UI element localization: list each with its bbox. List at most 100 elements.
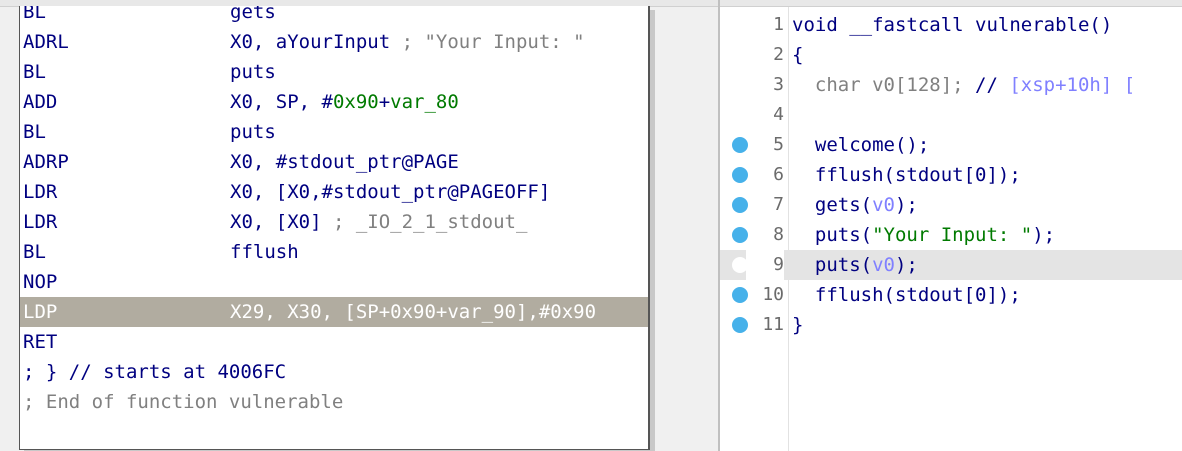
asm-mnemonic: BL bbox=[23, 6, 46, 23]
code-token: fflush(stdout[0]); bbox=[792, 164, 1021, 186]
asm-line[interactable]: BL fflush bbox=[20, 237, 648, 267]
line-number: 8 bbox=[773, 224, 784, 245]
breakpoint-dot-icon[interactable] bbox=[732, 137, 748, 153]
line-number: 4 bbox=[773, 104, 784, 125]
asm-mnemonic: LDR bbox=[23, 211, 58, 233]
breakpoint-dot-icon[interactable] bbox=[732, 227, 748, 243]
pseudocode-text: gets(v0); bbox=[792, 190, 918, 220]
pseudocode-text: { bbox=[792, 40, 803, 70]
asm-line[interactable]: ADRP X0, #stdout_ptr@PAGE bbox=[20, 147, 648, 177]
pseudocode-line[interactable]: 9 puts(v0); bbox=[720, 250, 1182, 280]
asm-operands: X0, aYourInput ; "Your Input: " bbox=[230, 27, 585, 57]
asm-line[interactable]: LDP X29, X30, [SP+0x90+var_90],#0x90 bbox=[20, 297, 648, 327]
asm-operands: gets bbox=[230, 6, 276, 27]
pseudocode-line[interactable]: 6 fflush(stdout[0]); bbox=[720, 160, 1182, 190]
asm-line[interactable]: RET bbox=[20, 327, 648, 357]
pseudocode-text: fflush(stdout[0]); bbox=[792, 280, 1021, 310]
asm-line[interactable]: LDR X0, [X0,#stdout_ptr@PAGEOFF] bbox=[20, 177, 648, 207]
pseudocode-line[interactable]: 4 bbox=[720, 100, 1182, 130]
code-token: } bbox=[792, 314, 804, 336]
code-token: puts( bbox=[792, 224, 873, 246]
asm-line[interactable]: ADD X0, SP, #0x90+var_80 bbox=[20, 87, 648, 117]
code-token: puts( bbox=[792, 254, 873, 276]
asm-mnemonic: ADRL bbox=[23, 31, 69, 53]
asm-operand-token: ; _IO_2_1_stdout_ bbox=[321, 211, 528, 233]
asm-operands: X0, SP, #0x90+var_80 bbox=[230, 87, 459, 117]
pseudocode-line[interactable]: 8 puts("Your Input: "); bbox=[720, 220, 1182, 250]
breakpoint-dot-icon[interactable] bbox=[732, 287, 748, 303]
pseudocode-pane[interactable]: 1 void __fastcall vulnerable() 2{3 char v0… bbox=[718, 0, 1182, 451]
code-token: ); bbox=[1032, 224, 1056, 246]
asm-comment-function-start: ; } // starts at 4006FC bbox=[23, 361, 287, 383]
asm-operand-token: puts bbox=[230, 61, 276, 83]
line-number: 10 bbox=[762, 284, 784, 305]
code-token: { bbox=[792, 44, 804, 66]
asm-operands: X0, #stdout_ptr@PAGE bbox=[230, 147, 459, 177]
asm-operand-token: X0, #stdout_ptr@PAGE bbox=[230, 151, 459, 173]
asm-operand-token: fflush bbox=[230, 241, 299, 263]
asm-mnemonic: LDR bbox=[23, 181, 58, 203]
asm-comment-function-end: ; End of function vulnerable bbox=[23, 391, 344, 413]
asm-mnemonic: BL bbox=[23, 61, 46, 83]
pseudocode-text: puts("Your Input: "); bbox=[792, 220, 1055, 250]
asm-line[interactable]: LDR X0, [X0] ; _IO_2_1_stdout_ bbox=[20, 207, 648, 237]
asm-line[interactable]: BL gets bbox=[20, 6, 648, 27]
asm-mnemonic: ADRP bbox=[23, 151, 69, 173]
asm-mnemonic: ADD bbox=[23, 91, 58, 113]
pseudocode-pane-header bbox=[720, 0, 1182, 7]
line-number: 7 bbox=[773, 194, 784, 215]
asm-operands: X29, X30, [SP+0x90+var_90],#0x90 bbox=[230, 297, 596, 327]
asm-line[interactable]: BL puts bbox=[20, 117, 648, 147]
code-token: [xsp+10h] [ bbox=[1009, 74, 1136, 96]
asm-line[interactable]: ADRL X0, aYourInput ; "Your Input: " bbox=[20, 27, 648, 57]
ida-window: ; } // starts at 4006FC ; End of functio… bbox=[0, 0, 1182, 451]
asm-operand-token: ; "Your Input: " bbox=[390, 31, 585, 53]
asm-operand-token: X0, [X0] bbox=[230, 211, 322, 233]
code-token: fflush(stdout[0]); bbox=[792, 284, 1021, 306]
breakpoint-dot-icon[interactable] bbox=[732, 317, 748, 333]
pseudocode-text: fflush(stdout[0]); bbox=[792, 160, 1021, 190]
line-number: 1 bbox=[773, 14, 784, 35]
code-token: char v0[128]; bbox=[792, 74, 976, 96]
code-token: void __fastcall vulnerable() bbox=[792, 14, 1113, 36]
pseudocode-text: puts(v0); bbox=[792, 250, 918, 280]
line-number: 2 bbox=[773, 44, 784, 65]
pseudocode-text: welcome(); bbox=[792, 130, 929, 160]
asm-mnemonic: NOP bbox=[23, 271, 58, 293]
asm-mnemonic: LDP bbox=[23, 301, 58, 323]
pseudocode-line[interactable]: 3 char v0[128]; // [xsp+10h] [ bbox=[720, 70, 1182, 100]
code-token: ); bbox=[894, 254, 918, 276]
code-token: gets( bbox=[792, 194, 873, 216]
code-token: // bbox=[975, 74, 1010, 96]
code-token: welcome(); bbox=[792, 134, 930, 156]
asm-operand-token: + bbox=[378, 91, 391, 113]
breakpoint-dot-icon[interactable] bbox=[732, 197, 748, 213]
breakpoint-dot-icon[interactable] bbox=[732, 257, 748, 273]
asm-operand-token: X0, aYourInput bbox=[230, 31, 391, 53]
breakpoint-dot-icon[interactable] bbox=[732, 167, 748, 183]
line-number: 6 bbox=[773, 164, 784, 185]
asm-mnemonic: RET bbox=[23, 331, 58, 353]
asm-operands: puts bbox=[230, 57, 276, 87]
line-number: 9 bbox=[746, 250, 784, 280]
pseudocode-text: void __fastcall vulnerable() bbox=[792, 10, 1112, 40]
asm-operand-token: var_80 bbox=[390, 91, 459, 113]
pseudocode-line[interactable]: 1 void __fastcall vulnerable() bbox=[720, 10, 1182, 40]
disassembly-graph-node[interactable]: ; } // starts at 4006FC ; End of functio… bbox=[19, 6, 650, 450]
pseudocode-line[interactable]: 2{ bbox=[720, 40, 1182, 70]
asm-line[interactable]: BL puts bbox=[20, 57, 648, 87]
pseudocode-line[interactable]: 10 fflush(stdout[0]); bbox=[720, 280, 1182, 310]
pseudocode-text: } bbox=[792, 310, 803, 340]
line-number: 3 bbox=[773, 74, 784, 95]
asm-operand-token: 0x90 bbox=[332, 91, 379, 113]
pseudocode-line[interactable]: 7 gets(v0); bbox=[720, 190, 1182, 220]
pseudocode-line[interactable]: 11} bbox=[720, 310, 1182, 340]
asm-operands: X0, [X0,#stdout_ptr@PAGEOFF] bbox=[230, 177, 550, 207]
pseudocode-line[interactable]: 5 welcome(); bbox=[720, 130, 1182, 160]
asm-operands: fflush bbox=[230, 237, 299, 267]
line-number: 5 bbox=[773, 134, 784, 155]
line-number: 11 bbox=[762, 314, 784, 335]
asm-line[interactable]: NOP bbox=[20, 267, 648, 297]
code-token: v0 bbox=[872, 194, 895, 216]
code-token: "Your Input: " bbox=[872, 224, 1033, 246]
